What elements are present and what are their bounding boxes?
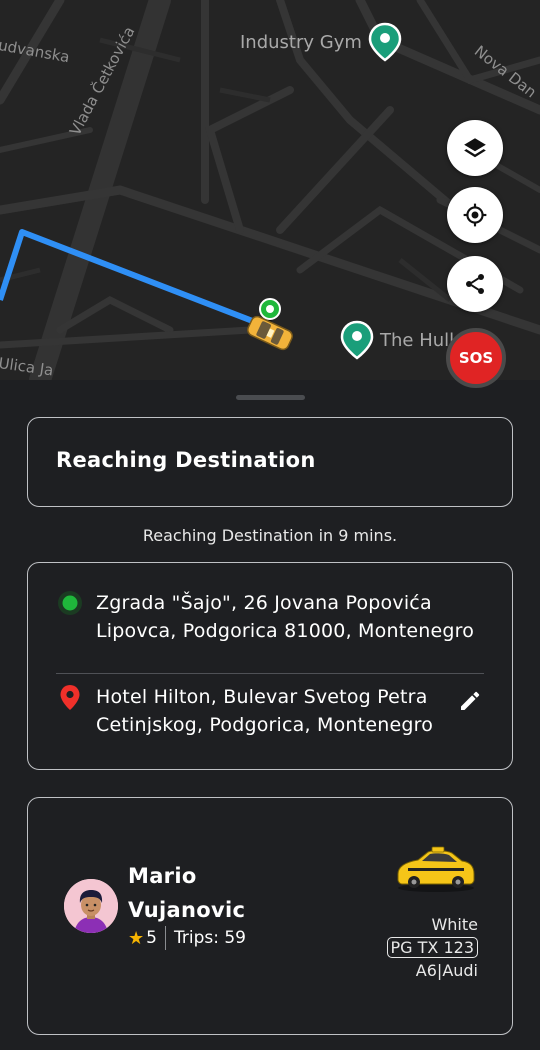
drop-address-row: Hotel Hilton, Bulevar Svetog Petra Cetin… (56, 683, 484, 739)
car-model-make: A6|Audi (387, 959, 478, 982)
driver-avatar-image (64, 879, 118, 933)
layers-icon (464, 138, 486, 158)
edit-destination-button[interactable] (456, 687, 484, 715)
license-plate: PG TX 123 (386, 937, 478, 958)
driver-first-name: Mario (128, 864, 197, 888)
map-pin-icon (340, 320, 374, 360)
eta-text: Reaching Destination in 9 mins. (142, 526, 398, 545)
address-divider (56, 673, 484, 674)
driver-last-name: Vujanovic (128, 898, 246, 922)
stat-separator (164, 926, 166, 950)
trip-status-title: Reaching Destination (56, 448, 316, 472)
drop-address: Hotel Hilton, Bulevar Svetog Petra Cetin… (96, 683, 433, 739)
driver-stats: ★ 5 Trips: 59 (128, 926, 246, 950)
pickup-address: Zgrada "Šajo", 26 Jovana Popovića Lipovc… (96, 589, 474, 645)
pencil-icon (461, 691, 480, 710)
car-color: White (431, 915, 478, 934)
pickup-dot-icon (58, 591, 82, 615)
sos-button[interactable]: SOS (446, 328, 506, 388)
taxi-car-icon (247, 315, 293, 351)
my-location-button[interactable] (447, 187, 503, 243)
taxi-car-icon (397, 846, 475, 892)
car-make: Audi (442, 961, 478, 980)
poi-label: The Hull (380, 329, 455, 351)
trip-status-card: Reaching Destination (27, 417, 513, 507)
driver-trips: Trips: 59 (173, 928, 246, 948)
map-view[interactable]: udvanska Vlada Četkovića Nova Dan Ulica … (0, 0, 540, 380)
pickup-address-line: Lipovca, Podgorica 81000, Montenegro (96, 620, 475, 642)
pickup-address-row: Zgrada "Šajo", 26 Jovana Popovića Lipovc… (56, 589, 484, 645)
trip-bottom-sheet: Reaching Destination Reaching Destinatio… (0, 328, 540, 1050)
poi-industry-gym[interactable]: Industry Gym (240, 22, 402, 62)
driver-card: Mario Vujanovic ★ 5 Trips: 59 White PG T… (27, 797, 513, 1035)
pickup-address-line: Zgrada "Šajo", 26 Jovana Popovića (96, 592, 432, 614)
poi-the-hull[interactable]: The Hull (340, 320, 454, 360)
sheet-drag-handle[interactable] (236, 395, 305, 400)
car-info: White PG TX 123 A6|Audi (386, 913, 478, 982)
map-pin-icon (368, 22, 402, 62)
star-icon: ★ (128, 927, 145, 949)
location-pin-icon (60, 685, 80, 710)
poi-label: Industry Gym (240, 31, 362, 53)
car-model: A6 (415, 961, 437, 980)
route-card: Zgrada "Šajo", 26 Jovana Popovića Lipovc… (27, 562, 513, 770)
driver-name: Mario Vujanovic (128, 859, 288, 927)
drop-address-line: Cetinjskog, Podgorica, Montenegro (96, 714, 434, 736)
drop-address-line: Hotel Hilton, Bulevar Svetog Petra (96, 686, 428, 708)
share-trip-button[interactable] (447, 256, 503, 312)
map-layers-button[interactable] (447, 120, 503, 176)
driver-rating: 5 (146, 928, 157, 948)
driver-avatar (64, 879, 118, 933)
my-location-icon (463, 203, 487, 227)
share-icon (466, 274, 484, 294)
